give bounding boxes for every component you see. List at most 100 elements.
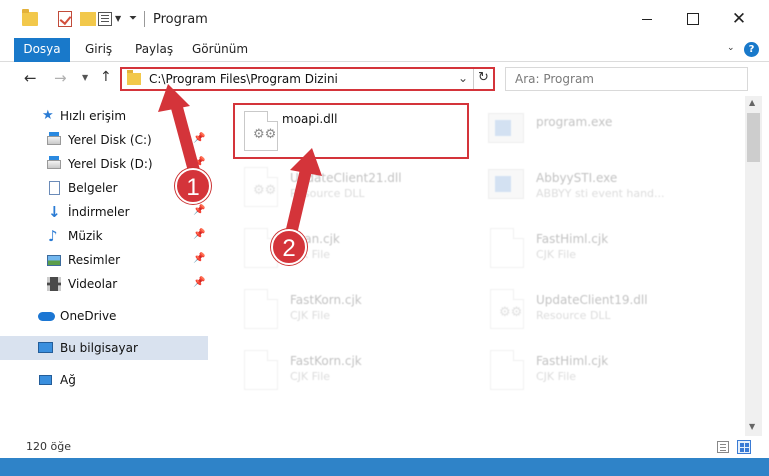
sidebar-item-disk-d[interactable]: Yerel Disk (D:) 📌 [0, 152, 208, 176]
file-item[interactable]: FastHiml.cjk CJK File [480, 220, 720, 276]
sidebar-item-music[interactable]: ♪ Müzik 📌 [0, 224, 208, 248]
vertical-scrollbar[interactable]: ▲ ▼ [745, 96, 762, 436]
close-button[interactable]: ✕ [716, 0, 762, 38]
quick-access-dropdown-icon[interactable]: ▼ [115, 14, 121, 23]
expand-ribbon-icon[interactable]: ⌄ [727, 43, 735, 53]
up-arrow-icon[interactable]: ↑ [100, 69, 112, 85]
desktop-background [0, 458, 769, 476]
dll-file-icon: ⚙⚙ [490, 289, 524, 329]
sidebar-item-label: Bu bilgisayar [60, 341, 138, 355]
sidebar-item-disk-c[interactable]: Yerel Disk (C:) 📌 [0, 128, 208, 152]
details-view-icon[interactable] [717, 441, 729, 453]
address-bar[interactable]: C:\Program Files\Program Dizini ⌄ ↻ [120, 67, 495, 91]
navigation-pane: ★ Hızlı erişim Yerel Disk (C:) 📌 Yerel D… [0, 96, 210, 436]
file-icon [244, 289, 278, 329]
file-name: FastKorn.cjk [290, 354, 362, 368]
file-name: UpdateClient21.dll [290, 171, 402, 185]
computer-icon [38, 342, 53, 353]
tab-view[interactable]: Görünüm [192, 38, 248, 62]
search-placeholder: Ara: Program [515, 72, 594, 86]
network-icon [39, 375, 52, 385]
sidebar-item-pictures[interactable]: Resimler 📌 [0, 248, 208, 272]
pin-icon[interactable]: 📌 [193, 157, 205, 168]
exe-file-icon [488, 169, 524, 199]
step-1-badge: 1 [175, 168, 211, 204]
file-name: program.exe [536, 115, 613, 129]
dll-file-icon: ⚙⚙ [244, 167, 278, 207]
forward-arrow-icon[interactable]: → [54, 69, 67, 87]
search-input[interactable]: Ara: Program [505, 67, 748, 91]
scroll-thumb[interactable] [747, 113, 760, 162]
file-item-program-exe[interactable]: program.exe [480, 103, 720, 159]
sidebar-item-this-pc[interactable]: Bu bilgisayar [0, 336, 208, 360]
file-item[interactable]: FastKorn.cjk CJK File [234, 281, 474, 337]
large-icons-view-icon[interactable] [737, 440, 751, 454]
customize-toolbar-icon[interactable]: ⏷ [129, 13, 137, 24]
new-folder-icon[interactable] [80, 12, 96, 26]
documents-icon [49, 181, 60, 195]
sidebar-item-label: Müzik [68, 229, 103, 243]
file-description: CJK File [290, 370, 331, 383]
maximize-button[interactable] [670, 0, 716, 38]
sidebar-item-quick-access[interactable]: ★ Hızlı erişim [0, 104, 208, 128]
file-description: Resource DLL [290, 187, 365, 200]
sidebar-item-network[interactable]: Ağ [0, 368, 208, 392]
file-item[interactable]: ⚙⚙ UpdateClient21.dll Resource DLL [234, 159, 474, 215]
help-button[interactable]: ? [744, 42, 759, 57]
music-icon: ♪ [48, 227, 58, 245]
file-list: ⚙⚙ moapi.dll program.exe ⚙⚙ UpdateClient… [210, 96, 745, 436]
tab-share[interactable]: Paylaş [135, 38, 173, 62]
sidebar-item-label: Hızlı erişim [60, 109, 127, 123]
divider [144, 11, 145, 27]
drive-icon [47, 156, 61, 169]
videos-icon [47, 277, 61, 291]
sidebar-item-onedrive[interactable]: OneDrive [0, 304, 208, 328]
file-icon [490, 350, 524, 390]
sidebar-item-videos[interactable]: Videolar 📌 [0, 272, 208, 296]
pin-icon[interactable]: 📌 [193, 133, 205, 144]
star-icon: ★ [42, 108, 54, 123]
file-item[interactable]: FastHiml.cjk CJK File [480, 342, 720, 398]
file-description: ABBYY sti event hand... [536, 187, 665, 200]
pin-icon[interactable]: 📌 [193, 253, 205, 264]
file-name: FastHiml.cjk [536, 354, 609, 368]
address-path[interactable]: C:\Program Files\Program Dizini [149, 72, 338, 86]
folder-icon [127, 70, 141, 85]
minimize-button[interactable] [624, 0, 670, 38]
download-icon: ↓ [48, 203, 61, 221]
folder-icon [22, 9, 38, 26]
file-name: FastKorn.cjk [290, 293, 362, 307]
file-description: CJK File [536, 248, 577, 261]
file-highlight-box [233, 103, 469, 159]
file-icon [244, 350, 278, 390]
tab-file[interactable]: Dosya [14, 38, 70, 62]
pin-icon[interactable]: 📌 [193, 277, 205, 288]
pin-icon[interactable]: 📌 [193, 229, 205, 240]
file-description: CJK File [536, 370, 577, 383]
pin-icon[interactable]: 📌 [193, 205, 205, 216]
properties-icon[interactable] [98, 12, 112, 26]
sidebar-item-label: İndirmeler [68, 205, 130, 219]
scroll-up-icon[interactable]: ▲ [749, 98, 755, 107]
back-arrow-icon[interactable]: ← [24, 69, 37, 87]
title-bar: ▼ ⏷ Program ✕ [0, 0, 769, 38]
file-item[interactable]: Scan.cjk CJK File [234, 220, 474, 276]
file-item[interactable]: AbbyySTI.exe ABBYY sti event hand... [480, 159, 720, 215]
sidebar-item-label: Videolar [68, 277, 118, 291]
gear-icon: ⚙⚙ [499, 305, 523, 320]
file-item[interactable]: ⚙⚙ UpdateClient19.dll Resource DLL [480, 281, 720, 337]
tab-home[interactable]: Giriş [85, 38, 112, 62]
status-bar: 120 öğe [0, 436, 769, 458]
properties-check-icon[interactable] [58, 11, 72, 27]
gear-icon: ⚙⚙ [253, 183, 277, 198]
recent-locations-icon[interactable]: ▼ [82, 73, 88, 82]
step-2-badge: 2 [271, 229, 307, 265]
refresh-icon[interactable]: ↻ [478, 70, 489, 85]
scroll-down-icon[interactable]: ▼ [749, 422, 755, 431]
sidebar-item-downloads[interactable]: ↓ İndirmeler 📌 [0, 200, 208, 224]
address-dropdown-icon[interactable]: ⌄ [458, 71, 468, 85]
sidebar-item-label: OneDrive [60, 309, 117, 323]
file-icon [490, 228, 524, 268]
file-item[interactable]: FastKorn.cjk CJK File [234, 342, 474, 398]
file-description: CJK File [290, 309, 331, 322]
